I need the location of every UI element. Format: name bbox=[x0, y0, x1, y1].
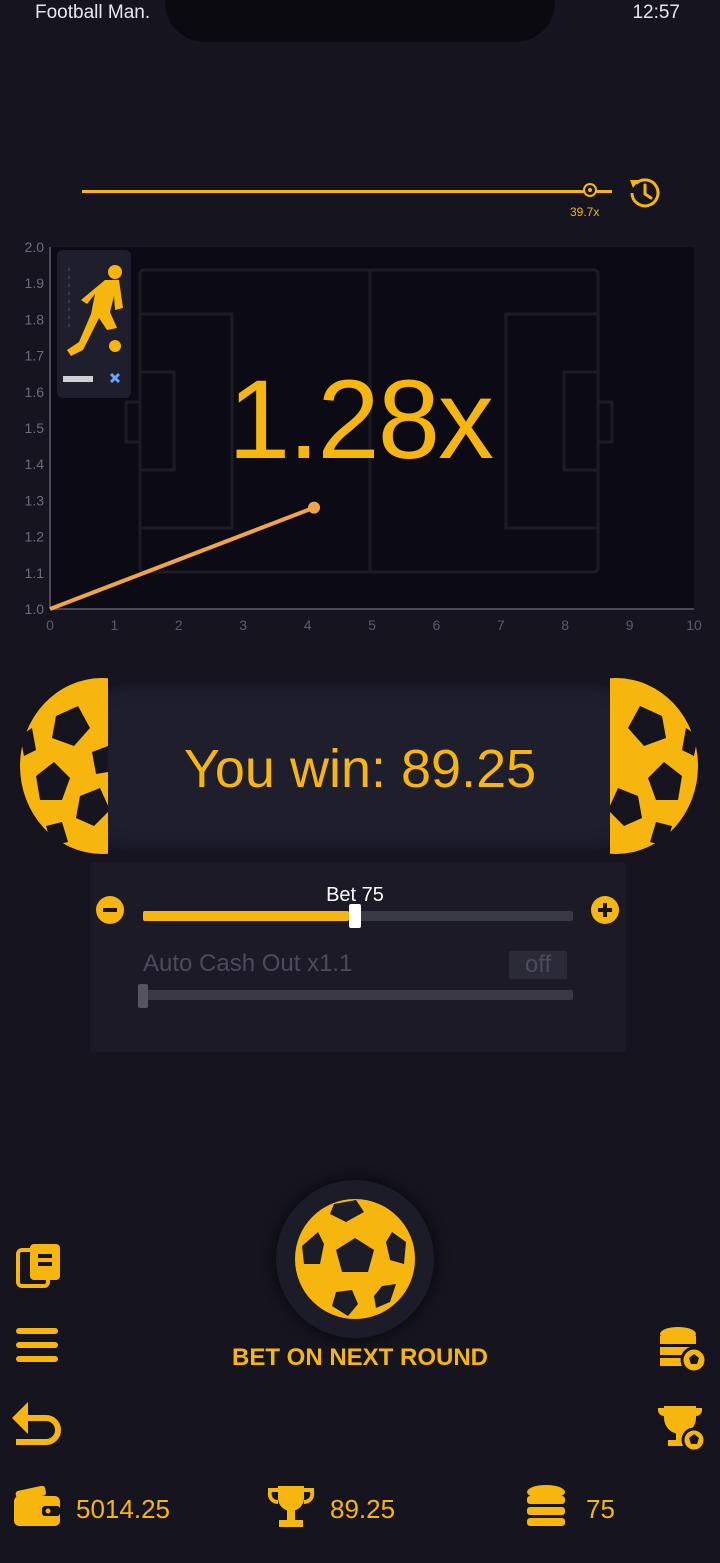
balance-value: 5014.25 bbox=[76, 1494, 170, 1524]
y-tick-label: 1.7 bbox=[25, 348, 45, 364]
win-message: You win: 89.25 bbox=[183, 739, 537, 799]
clipboard-icon[interactable] bbox=[12, 1240, 64, 1292]
y-tick-label: 1.8 bbox=[25, 311, 45, 327]
y-tick-label: 1.2 bbox=[25, 529, 45, 545]
soccer-ball-icon[interactable] bbox=[294, 1198, 416, 1320]
history-timeline bbox=[82, 190, 612, 193]
x-tick-label: 0 bbox=[46, 617, 54, 633]
y-tick-label: 1.1 bbox=[25, 565, 45, 581]
x-tick-labels: 0 1 2 3 4 5 6 7 8 9 10 bbox=[46, 617, 702, 633]
auto-cashout-slider-track[interactable] bbox=[139, 990, 573, 1000]
y-tick-label: 1.6 bbox=[25, 384, 45, 400]
y-tick-label: 1.0 bbox=[25, 601, 45, 617]
history-last-multiplier: 39.7x bbox=[570, 205, 600, 219]
back-icon[interactable] bbox=[10, 1398, 62, 1450]
bet-value: 75 bbox=[586, 1494, 615, 1524]
y-tick-label: 2.0 bbox=[25, 239, 45, 255]
wallet-icon bbox=[14, 1486, 60, 1526]
auto-cashout-toggle[interactable]: off bbox=[509, 951, 567, 979]
y-tick-label: 1.9 bbox=[25, 275, 45, 291]
player-card[interactable] bbox=[57, 250, 131, 398]
bet-slider-fill bbox=[143, 911, 350, 921]
coins-icon bbox=[527, 1485, 565, 1526]
y-tick-labels: 1.0 1.1 1.2 1.3 1.4 1.5 1.6 1.7 1.8 1.9 2.0 bbox=[25, 239, 45, 617]
x-tick-label: 2 bbox=[175, 617, 183, 633]
y-tick-label: 1.3 bbox=[25, 492, 45, 508]
menu-icon[interactable] bbox=[12, 1320, 64, 1372]
current-multiplier: 1.28x bbox=[228, 357, 494, 482]
auto-cashout-slider-handle[interactable] bbox=[138, 984, 148, 1008]
winnings-value: 89.25 bbox=[330, 1494, 396, 1524]
history-icon bbox=[630, 178, 660, 208]
coins-ball-icon[interactable] bbox=[656, 1322, 708, 1374]
status-time: 12:57 bbox=[632, 2, 680, 23]
x-tick-label: 6 bbox=[433, 617, 441, 633]
player-silhouette-icon bbox=[63, 265, 123, 384]
x-tick-label: 8 bbox=[561, 617, 569, 633]
decrease-bet-button[interactable] bbox=[96, 896, 124, 924]
x-tick-label: 5 bbox=[368, 617, 376, 633]
history-button[interactable] bbox=[624, 172, 666, 214]
auto-cashout-label: Auto Cash Out x1.1 bbox=[143, 950, 353, 977]
app-title: Football Man. bbox=[35, 2, 151, 23]
current-point bbox=[308, 501, 321, 514]
history-marker[interactable] bbox=[583, 183, 597, 197]
x-tick-label: 10 bbox=[686, 617, 702, 633]
trophy-ball-icon[interactable] bbox=[656, 1402, 708, 1454]
x-tick-label: 9 bbox=[626, 617, 634, 633]
bet-button-label[interactable]: BET ON NEXT ROUND bbox=[200, 1344, 520, 1372]
bet-slider-handle[interactable] bbox=[349, 904, 362, 928]
y-tick-label: 1.5 bbox=[25, 420, 45, 436]
x-tick-label: 4 bbox=[304, 617, 312, 633]
device-notch bbox=[165, 0, 555, 42]
x-tick-label: 7 bbox=[497, 617, 505, 633]
x-tick-label: 1 bbox=[111, 617, 119, 633]
trophy-icon bbox=[267, 1486, 315, 1527]
y-tick-label: 1.4 bbox=[25, 456, 45, 472]
x-tick-label: 3 bbox=[239, 617, 247, 633]
increase-bet-button[interactable] bbox=[591, 896, 619, 924]
